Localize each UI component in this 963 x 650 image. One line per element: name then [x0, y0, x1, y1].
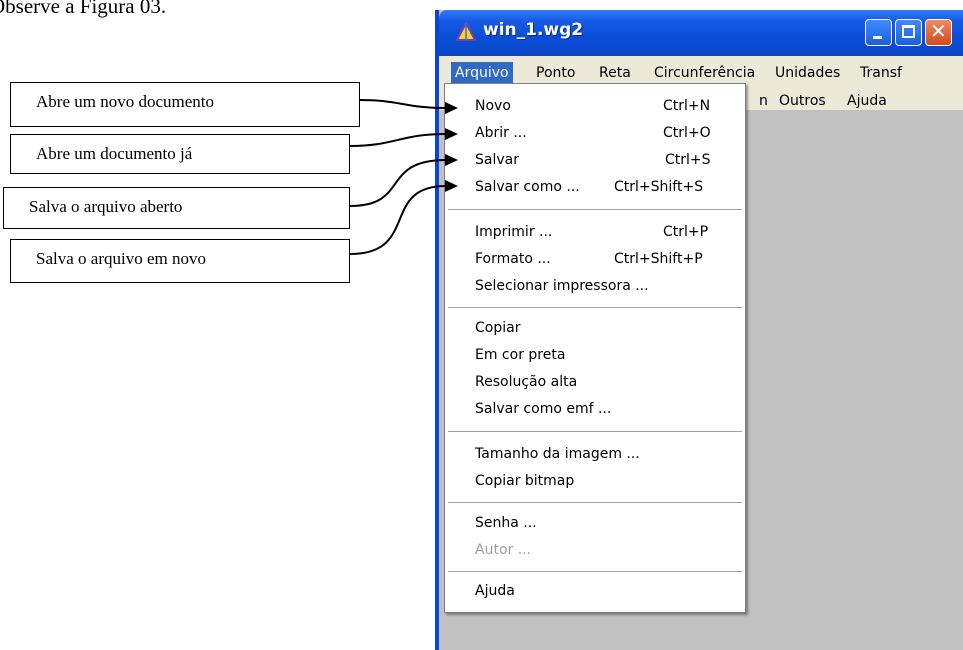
- callout-arrows: [349, 99, 458, 255]
- arrowhead-novo: [445, 102, 458, 114]
- arrow-abrir: [349, 133, 447, 147]
- arrow-salvar: [349, 159, 447, 207]
- arrowhead-abrir: [445, 128, 458, 140]
- arrow-novo: [359, 99, 447, 109]
- arrow-salvar-como: [349, 185, 447, 255]
- arrowhead-salvar: [445, 154, 458, 166]
- arrowhead-salvar-como: [445, 180, 458, 192]
